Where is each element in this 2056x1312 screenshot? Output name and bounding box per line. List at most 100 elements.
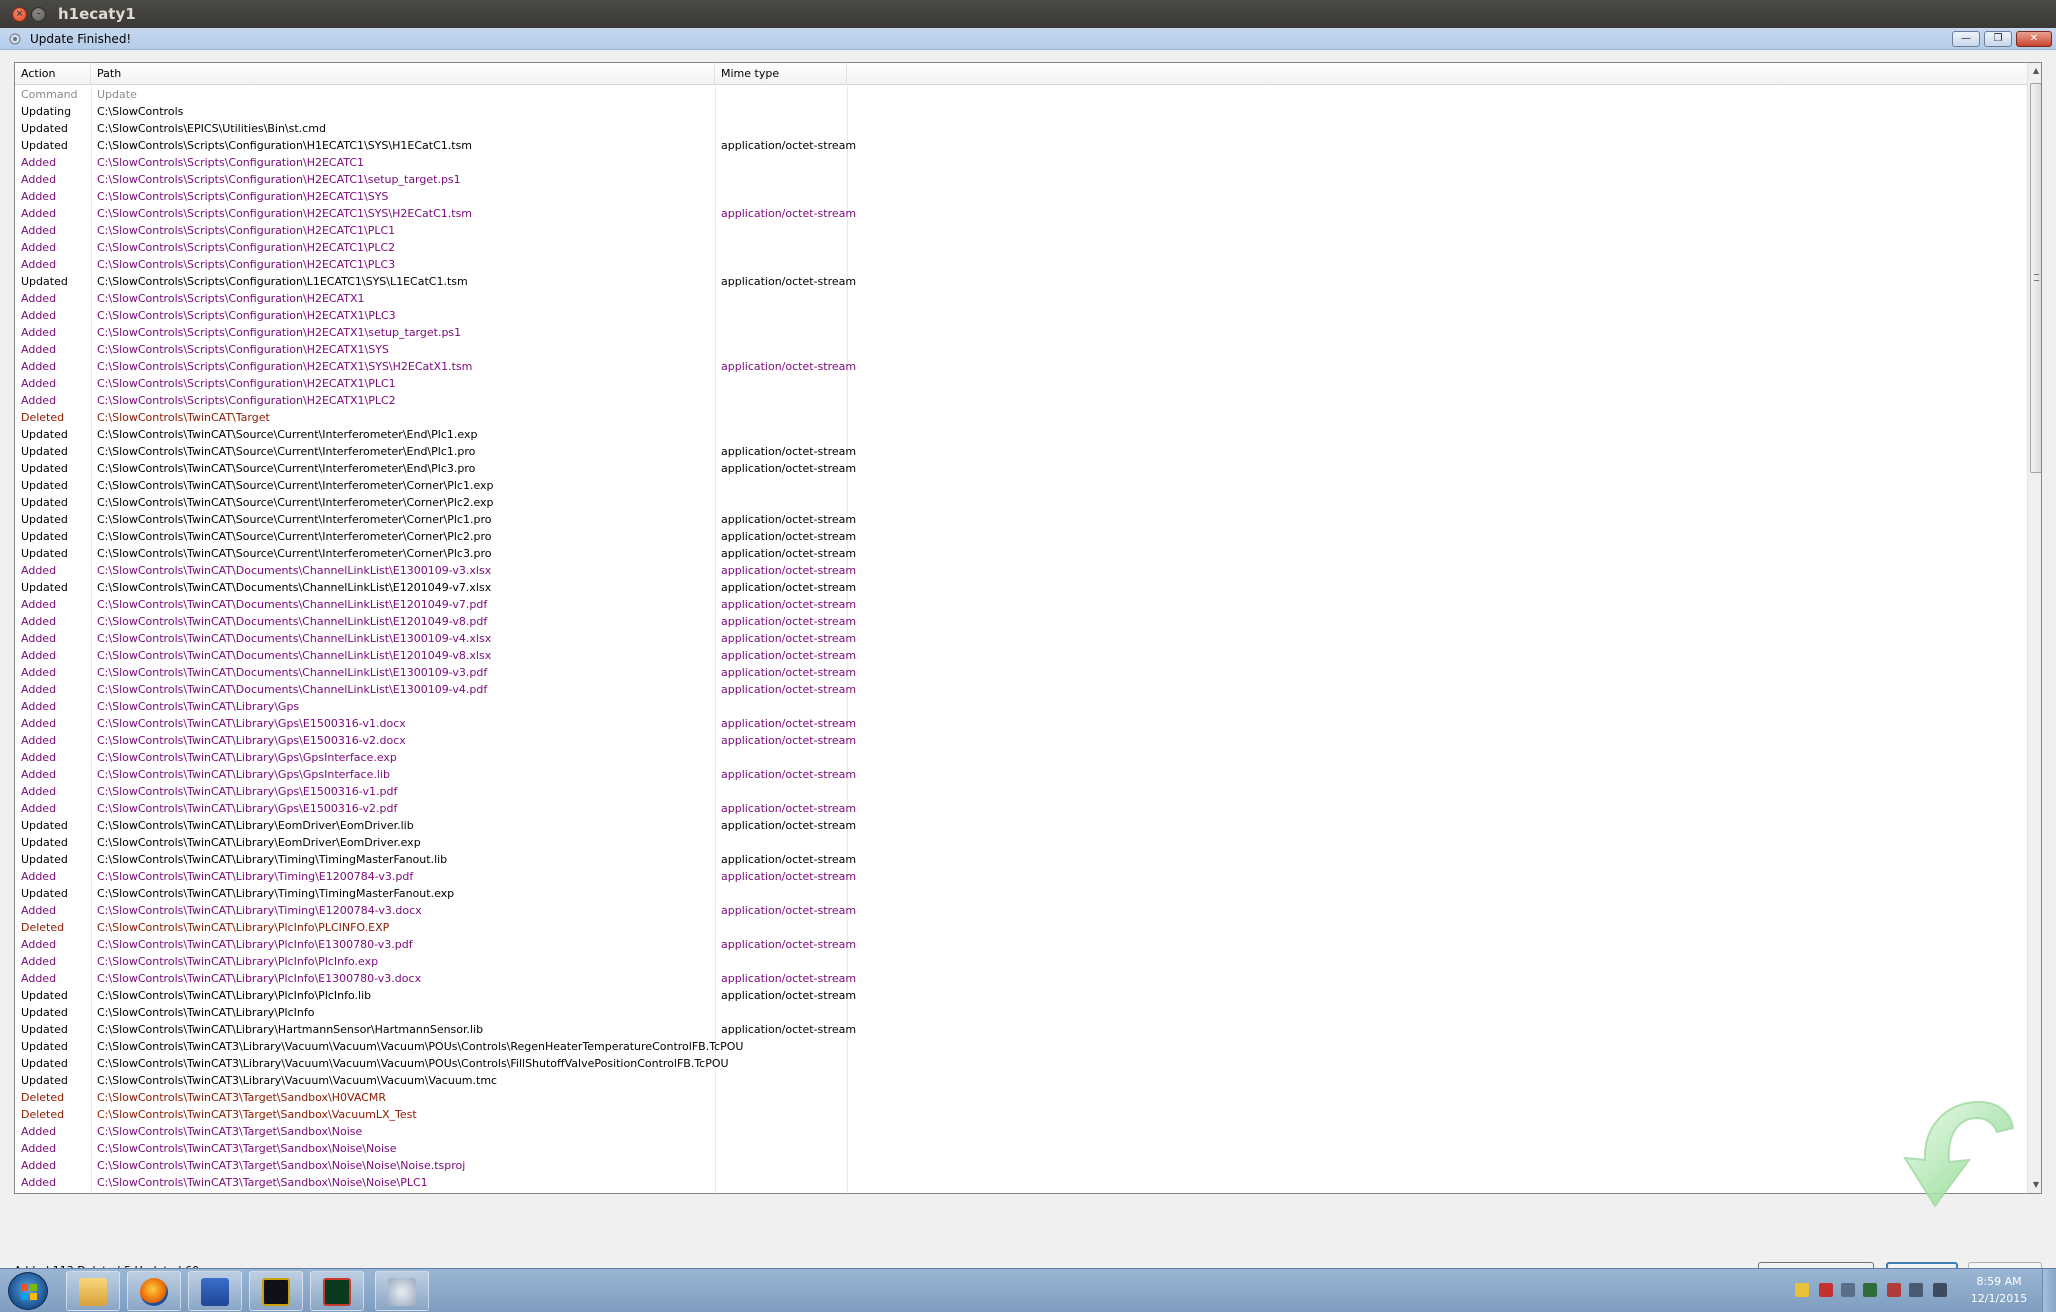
vertical-scrollbar[interactable]: ▲ ▼ (2027, 63, 2041, 1193)
table-row[interactable]: Added C:\SlowControls\Scripts\Configurati… (15, 154, 2029, 171)
taskbar-powershell[interactable] (188, 1271, 242, 1311)
table-row[interactable]: Added C:\SlowControls\Scripts\Configurati… (15, 188, 2029, 205)
table-row[interactable]: Updated C:\SlowControls\TwinCAT\Library\T… (15, 851, 2029, 868)
table-row[interactable]: Added C:\SlowControls\TwinCAT\Library\Gps… (15, 783, 2029, 800)
table-row[interactable]: Deleted C:\SlowControls\TwinCAT3\Target\S… (15, 1106, 2029, 1123)
changes-list[interactable]: Action Path Mime type Command Update Updat… (14, 62, 2042, 1194)
table-row[interactable]: Added C:\SlowControls\TwinCAT\Documents\C… (15, 681, 2029, 698)
table-row[interactable]: Updated C:\SlowControls\TwinCAT\Source\Cu… (15, 460, 2029, 477)
table-row[interactable]: Added C:\SlowControls\Scripts\Configurati… (15, 256, 2029, 273)
table-row[interactable]: Added C:\SlowControls\TwinCAT\Documents\C… (15, 630, 2029, 647)
table-row[interactable]: Added C:\SlowControls\TwinCAT3\Target\San… (15, 1174, 2029, 1191)
table-row[interactable]: Updated C:\SlowControls\TwinCAT\Source\Cu… (15, 477, 2029, 494)
shield-icon[interactable] (1795, 1283, 1809, 1297)
table-row[interactable]: Updated C:\SlowControls\Scripts\Configura… (15, 137, 2029, 154)
table-row[interactable]: Added C:\SlowControls\TwinCAT\Library\Tim… (15, 868, 2029, 885)
dialog-minimize-button[interactable]: — (1952, 31, 1980, 47)
start-button[interactable] (8, 1272, 48, 1310)
table-row[interactable]: Updated C:\SlowControls\TwinCAT\Library\T… (15, 885, 2029, 902)
table-row[interactable]: Updated C:\SlowControls\TwinCAT\Documents… (15, 579, 2029, 596)
table-row[interactable]: Added C:\SlowControls\Scripts\Configurati… (15, 392, 2029, 409)
table-row[interactable]: Updated C:\SlowControls\TwinCAT\Library\P… (15, 987, 2029, 1004)
column-header-action[interactable]: Action (15, 63, 91, 85)
table-row[interactable]: Updated C:\SlowControls\TwinCAT\Source\Cu… (15, 426, 2029, 443)
table-row[interactable]: Updated C:\SlowControls\TwinCAT\Source\Cu… (15, 528, 2029, 545)
security-icon[interactable] (1887, 1283, 1901, 1297)
table-row[interactable]: Updated C:\SlowControls\TwinCAT\Source\Cu… (15, 545, 2029, 562)
table-row[interactable]: Updated C:\SlowControls\TwinCAT\Library\E… (15, 834, 2029, 851)
dialog-close-button[interactable]: ✕ (2016, 31, 2052, 47)
table-row[interactable]: Added C:\SlowControls\Scripts\Configurati… (15, 239, 2029, 256)
clock[interactable]: 8:59 AM 12/1/2015 (1964, 1273, 2034, 1307)
table-row[interactable]: Added C:\SlowControls\TwinCAT3\Target\San… (15, 1123, 2029, 1140)
row-action: Updated (21, 1006, 68, 1019)
device-icon[interactable] (1841, 1283, 1855, 1297)
table-row[interactable]: Updated C:\SlowControls\TwinCAT\Library\E… (15, 817, 2029, 834)
table-row[interactable]: Updated C:\SlowControls\TwinCAT3\Library\… (15, 1072, 2029, 1089)
table-row[interactable]: Added C:\SlowControls\Scripts\Configurati… (15, 290, 2029, 307)
table-row[interactable]: Added C:\SlowControls\Scripts\Configurati… (15, 205, 2029, 222)
table-row[interactable]: Updated C:\SlowControls\Scripts\Configura… (15, 273, 2029, 290)
column-header-path[interactable]: Path (91, 63, 715, 85)
row-action: Added (21, 649, 57, 662)
table-row[interactable]: Added C:\SlowControls\TwinCAT3\Target\San… (15, 1140, 2029, 1157)
table-row[interactable]: Added C:\SlowControls\Scripts\Configurati… (15, 341, 2029, 358)
table-row[interactable]: Deleted C:\SlowControls\TwinCAT\Target (15, 409, 2029, 426)
table-row[interactable]: Updated C:\SlowControls\EPICS\Utilities\B… (15, 120, 2029, 137)
dialog-maximize-button[interactable]: ❐ (1984, 31, 2012, 47)
table-row[interactable]: Added C:\SlowControls\Scripts\Configurati… (15, 171, 2029, 188)
table-row[interactable]: Added C:\SlowControls\TwinCAT\Documents\C… (15, 647, 2029, 664)
table-row[interactable]: Added C:\SlowControls\TwinCAT\Documents\C… (15, 562, 2029, 579)
row-action: Updated (21, 445, 68, 458)
table-row[interactable]: Added C:\SlowControls\Scripts\Configurati… (15, 375, 2029, 392)
network-icon[interactable] (1909, 1283, 1923, 1297)
row-mime-type: application/octet-stream (721, 853, 857, 866)
table-row[interactable]: Updating C:\SlowControls (15, 103, 2029, 120)
table-row[interactable]: Added C:\SlowControls\TwinCAT\Documents\C… (15, 613, 2029, 630)
close-window-button[interactable]: × (12, 7, 27, 22)
table-row[interactable]: Added C:\SlowControls\TwinCAT3\Target\San… (15, 1157, 2029, 1174)
scroll-up-arrow-icon[interactable]: ▲ (2028, 63, 2041, 79)
table-row[interactable]: Added C:\SlowControls\TwinCAT\Library\Gps… (15, 749, 2029, 766)
table-row[interactable]: Added C:\SlowControls\TwinCAT\Documents\C… (15, 596, 2029, 613)
table-row[interactable]: Added C:\SlowControls\TwinCAT\Library\Plc… (15, 936, 2029, 953)
column-header-mime-type[interactable]: Mime type (715, 63, 847, 85)
table-row[interactable]: Added C:\SlowControls\TwinCAT\Library\Gps… (15, 766, 2029, 783)
table-row[interactable]: Updated C:\SlowControls\TwinCAT\Library\H… (15, 1021, 2029, 1038)
taskbar-app[interactable] (249, 1271, 303, 1311)
table-row[interactable]: Command Update (15, 86, 2029, 103)
table-row[interactable]: Updated C:\SlowControls\TwinCAT3\Library\… (15, 1038, 2029, 1055)
volume-icon[interactable] (1933, 1283, 1947, 1297)
row-path: C:\SlowControls\TwinCAT\Library\PlcInfo\… (97, 989, 372, 1002)
table-row[interactable]: Added C:\SlowControls\Scripts\Configurati… (15, 358, 2029, 375)
scrollbar-thumb[interactable] (2030, 83, 2041, 473)
table-row[interactable]: Updated C:\SlowControls\TwinCAT\Source\Cu… (15, 511, 2029, 528)
table-row[interactable]: Deleted C:\SlowControls\TwinCAT\Library\P… (15, 919, 2029, 936)
taskbar-tortoise[interactable] (375, 1271, 429, 1311)
table-row[interactable]: Added C:\SlowControls\Scripts\Configurati… (15, 307, 2029, 324)
table-row[interactable]: Added C:\SlowControls\TwinCAT\Library\Plc… (15, 953, 2029, 970)
table-row[interactable]: Added C:\SlowControls\Scripts\Configurati… (15, 324, 2029, 341)
scroll-down-arrow-icon[interactable]: ▼ (2028, 1177, 2041, 1193)
taskbar-app[interactable] (310, 1271, 364, 1311)
table-row[interactable]: Added C:\SlowControls\TwinCAT\Library\Plc… (15, 970, 2029, 987)
sync-icon[interactable] (1863, 1283, 1877, 1297)
table-row[interactable]: Added C:\SlowControls\Scripts\Configurati… (15, 222, 2029, 239)
table-row[interactable]: Added C:\SlowControls\TwinCAT\Library\Tim… (15, 902, 2029, 919)
table-row[interactable]: Updated C:\SlowControls\TwinCAT\Source\Cu… (15, 443, 2029, 460)
table-row[interactable]: Added C:\SlowControls\TwinCAT\Library\Gps… (15, 800, 2029, 817)
table-row[interactable]: Added C:\SlowControls\TwinCAT\Library\Gps… (15, 715, 2029, 732)
table-row[interactable]: Updated C:\SlowControls\TwinCAT\Library\P… (15, 1004, 2029, 1021)
table-row[interactable]: Added C:\SlowControls\TwinCAT\Documents\C… (15, 664, 2029, 681)
taskbar-explorer[interactable] (66, 1271, 120, 1311)
table-row[interactable]: Added C:\SlowControls\TwinCAT\Library\Gps… (15, 732, 2029, 749)
table-row[interactable]: Updated C:\SlowControls\TwinCAT\Source\Cu… (15, 494, 2029, 511)
table-row[interactable]: Deleted C:\SlowControls\TwinCAT3\Target\S… (15, 1089, 2029, 1106)
minimize-window-button[interactable]: – (31, 7, 46, 22)
pdf-icon[interactable] (1819, 1283, 1833, 1297)
taskbar-firefox[interactable] (127, 1271, 181, 1311)
table-row[interactable]: Updated C:\SlowControls\TwinCAT3\Library\… (15, 1055, 2029, 1072)
row-action: Added (21, 343, 57, 356)
table-row[interactable]: Added C:\SlowControls\TwinCAT\Library\Gps (15, 698, 2029, 715)
show-desktop-button[interactable] (2042, 1269, 2056, 1312)
